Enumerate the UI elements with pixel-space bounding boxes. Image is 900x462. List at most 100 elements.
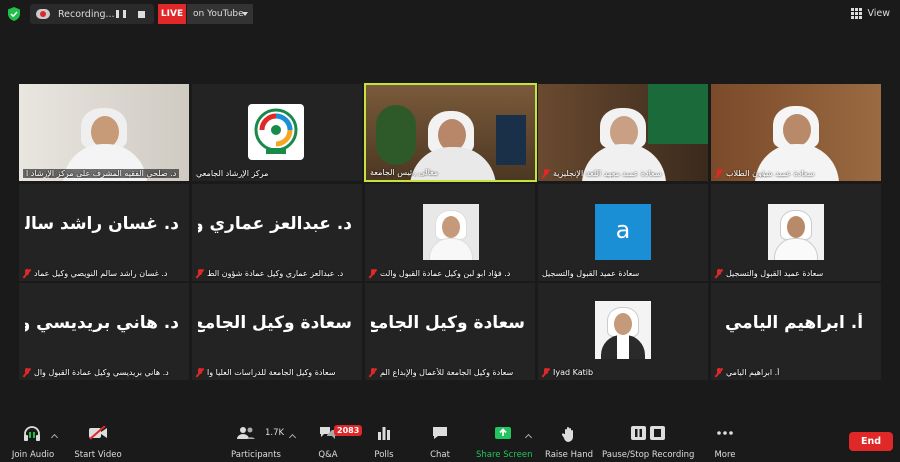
polls-label: Polls (374, 450, 394, 460)
video-tile[interactable]: د. فؤاد ابو لبن وكيل عمادة القبول والت (365, 184, 535, 281)
participant-name: أ. ابراهيم اليامي (726, 368, 780, 377)
participant-name-bar: سعادة عميد شؤون الطلاب (711, 166, 881, 181)
participant-photo (768, 204, 824, 260)
participant-display-name: سعادة وكيل الجامع (198, 313, 352, 333)
join-audio-label: Join Audio (11, 450, 55, 460)
avatar-letter: a (615, 216, 631, 244)
video-tile[interactable]: سعادة عميد القبول والتسجيل (711, 184, 881, 281)
participant-name-bar: سعادة عميد معهد اللغة الإنجليزية (538, 166, 708, 181)
video-tile-active-speaker[interactable]: معالي رئيس الجامعة (364, 83, 537, 182)
participants-count: 1.7K (265, 428, 285, 438)
video-tile[interactable]: a سعادة عميد القبول والتسجيل (538, 184, 708, 281)
chevron-up-icon[interactable] (288, 433, 297, 442)
participant-name-bar: د. غسان راشد سالم النويصي وكيل عماد (19, 266, 189, 281)
participant-name-bar: مركز الإرشاد الجامعي (192, 166, 362, 181)
participant-display-name: سعادة وكيل الجامع (371, 313, 525, 333)
participant-name-bar: أ. ابراهيم اليامي (711, 365, 881, 380)
participant-display-name: د. عبدالعز عماري و (198, 214, 352, 234)
recording-indicator: Recording... (30, 4, 154, 24)
raise-hand-icon (562, 427, 573, 442)
participant-name: سعادة وكيل الجامعة للدراسات العليا وا (207, 368, 336, 377)
video-tile[interactable]: سعادة عميد شؤون الطلاب (711, 84, 881, 181)
participant-display-name: أ. ابراهيم اليامي (724, 313, 864, 333)
participant-name-bar: سعادة عميد القبول والتسجيل (711, 266, 881, 281)
mic-muted-icon (195, 367, 204, 378)
video-tile[interactable]: د. غسان راشد سالم د. غسان راشد سالم النو… (19, 184, 189, 281)
video-tile[interactable]: د. صلحي الفقيه المشرف على مركز الإرشاد ا (19, 84, 189, 181)
avatar: a (595, 204, 651, 260)
participant-name: سعادة وكيل الجامعة للأعمال والإبداع الم (380, 368, 514, 377)
share-screen-label: Share Screen (476, 450, 533, 460)
pause-stop-icon (631, 426, 665, 440)
headphones-icon (24, 426, 40, 441)
video-tile[interactable]: د. هاني بريديسي وك د. هاني بريديسي وكيل … (19, 283, 189, 380)
mic-muted-icon (22, 268, 31, 279)
participant-name-bar: سعادة وكيل الجامعة للأعمال والإبداع الم (365, 365, 535, 380)
raise-hand-button[interactable]: Raise Hand (544, 426, 594, 460)
start-video-button[interactable]: Start Video (72, 426, 124, 460)
qa-count-badge: 2083 (334, 425, 363, 436)
guidance-center-logo-icon (254, 108, 298, 154)
live-badge: LIVE (158, 4, 186, 24)
participant-name-bar: د. عبدالعز عماري وكيل عمادة شؤون الط (192, 266, 362, 281)
participants-button[interactable]: 1.7K Participants (228, 426, 284, 460)
join-audio-button[interactable]: Join Audio (8, 426, 58, 460)
participant-name: سعادة عميد شؤون الطلاب (726, 169, 815, 178)
participant-name: سعادة عميد معهد اللغة الإنجليزية (553, 169, 662, 178)
mic-muted-icon (22, 367, 31, 378)
chat-icon (433, 427, 447, 439)
view-button[interactable]: View (851, 6, 890, 20)
mic-muted-icon (368, 367, 377, 378)
stream-label: on YouTube (193, 9, 244, 19)
mic-muted-icon (714, 367, 723, 378)
pause-stop-recording-button[interactable]: Pause/Stop Recording (602, 426, 694, 460)
participant-name: Iyad Katib (553, 368, 594, 377)
grid-view-icon (851, 7, 863, 19)
stream-dropdown[interactable]: on YouTube (187, 4, 253, 24)
video-tile[interactable]: مركز الإرشاد الجامعي (192, 84, 362, 181)
more-icon (717, 431, 733, 435)
participant-photo (423, 204, 479, 260)
polls-icon (378, 427, 390, 440)
video-tile[interactable]: سعادة عميد معهد اللغة الإنجليزية (538, 84, 708, 181)
pause-icon[interactable] (116, 9, 126, 19)
qa-label: Q&A (318, 450, 338, 460)
polls-button[interactable]: Polls (368, 426, 400, 460)
mic-muted-icon (195, 268, 204, 279)
participant-name-bar: Iyad Katib (538, 365, 708, 380)
participant-name-bar: د. فؤاد ابو لبن وكيل عمادة القبول والت (365, 266, 535, 281)
participant-display-name: د. غسان راشد سالم (25, 214, 179, 234)
share-screen-icon (495, 427, 511, 439)
participant-name-bar: سعادة وكيل الجامعة للدراسات العليا وا (192, 365, 362, 380)
participant-name-bar: معالي رئيس الجامعة (366, 165, 535, 180)
shield-icon[interactable] (8, 7, 20, 21)
participant-name: سعادة عميد القبول والتسجيل (726, 269, 824, 278)
participant-name: د. هاني بريديسي وكيل عمادة القبول وال (34, 368, 169, 377)
participant-name: مركز الإرشاد الجامعي (196, 169, 269, 178)
view-label: View (867, 7, 890, 19)
participant-name-bar: د. هاني بريديسي وكيل عمادة القبول وال (19, 365, 189, 380)
stop-icon[interactable] (138, 10, 145, 18)
video-tile[interactable]: سعادة وكيل الجامع سعادة وكيل الجامعة للد… (192, 283, 362, 380)
participant-name-bar: سعادة عميد القبول والتسجيل (538, 266, 708, 281)
qa-button[interactable]: 2083 Q&A (312, 425, 363, 460)
participant-photo (595, 301, 651, 359)
video-tile[interactable]: Iyad Katib (538, 283, 708, 380)
video-tile[interactable]: أ. ابراهيم اليامي أ. ابراهيم اليامي (711, 283, 881, 380)
more-label: More (714, 450, 736, 460)
mic-muted-icon (368, 268, 377, 279)
more-button[interactable]: More (708, 426, 742, 460)
participant-name: د. عبدالعز عماري وكيل عمادة شؤون الط (207, 269, 344, 278)
recording-label: Recording... (58, 8, 115, 20)
video-off-icon (89, 426, 107, 440)
video-tile[interactable]: د. عبدالعز عماري و د. عبدالعز عماري وكيل… (192, 184, 362, 281)
chat-label: Chat (430, 450, 450, 460)
video-tile[interactable]: سعادة وكيل الجامع سعادة وكيل الجامعة للأ… (365, 283, 535, 380)
participants-icon (237, 427, 255, 439)
participant-name: د. صلحي الفقيه المشرف على مركز الإرشاد ا (23, 169, 180, 178)
mic-muted-icon (714, 268, 723, 279)
chat-button[interactable]: Chat (424, 426, 456, 460)
top-bar: Recording... LIVE on YouTube View (0, 0, 900, 30)
end-meeting-button[interactable]: End (849, 432, 893, 451)
share-screen-button[interactable]: Share Screen (476, 426, 533, 460)
